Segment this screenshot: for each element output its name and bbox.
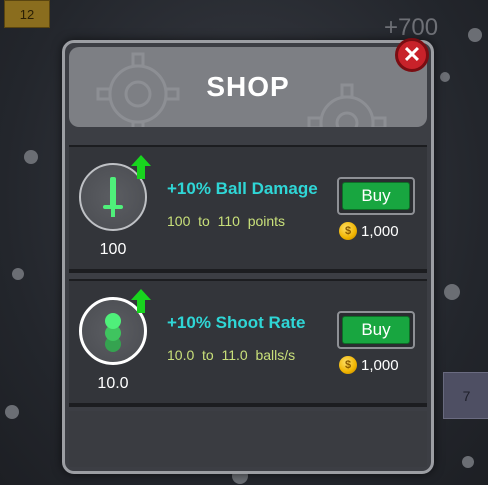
buy-button-frame: Buy bbox=[337, 177, 415, 215]
buy-button[interactable]: Buy bbox=[342, 182, 410, 210]
item-name: +10% Shoot Rate bbox=[167, 313, 306, 332]
brick-tile: 12 bbox=[4, 0, 50, 28]
background-dot bbox=[462, 456, 474, 468]
shop-item-ball-damage: 100 +10% Ball Damage 100 to 110 points B… bbox=[69, 145, 427, 273]
panel-footer bbox=[69, 411, 427, 467]
price-value: 1,000 bbox=[361, 356, 399, 374]
item-price: $ 1,000 bbox=[339, 222, 399, 240]
shop-item-shoot-rate: 10.0 +10% Shoot Rate 10.0 to 11.0 balls/… bbox=[69, 279, 427, 407]
shop-title: SHOP bbox=[206, 71, 290, 102]
background-dot bbox=[5, 405, 19, 419]
close-button[interactable]: ✕ bbox=[395, 38, 429, 72]
price-value: 1,000 bbox=[361, 222, 399, 240]
item-description: 10.0 to 11.0 balls/s bbox=[167, 347, 296, 363]
brick-tile: 7 bbox=[443, 372, 488, 419]
coin-icon: $ bbox=[339, 356, 357, 374]
background-dot bbox=[468, 28, 482, 42]
background-dot bbox=[440, 72, 450, 82]
buy-button[interactable]: Buy bbox=[342, 316, 410, 344]
upgrade-arrow-icon bbox=[131, 289, 151, 313]
buy-button-frame: Buy bbox=[337, 311, 415, 349]
coin-icon: $ bbox=[339, 222, 357, 240]
background-dot bbox=[444, 284, 460, 300]
upgrade-arrow-icon bbox=[131, 155, 151, 179]
brick-tile-value: 12 bbox=[19, 6, 35, 22]
brick-tile-value: 7 bbox=[462, 387, 471, 404]
close-icon: ✕ bbox=[402, 42, 422, 67]
item-price: $ 1,000 bbox=[339, 356, 399, 374]
item-level: 100 bbox=[99, 241, 127, 258]
item-level: 10.0 bbox=[97, 375, 129, 392]
background-dot bbox=[12, 268, 24, 280]
shop-header: SHOP bbox=[69, 47, 427, 127]
shop-panel: SHOP 100 +10% Ball Damage 100 to 110 poi… bbox=[62, 40, 434, 474]
item-name: +10% Ball Damage bbox=[167, 179, 318, 198]
item-description: 100 to 110 points bbox=[167, 213, 286, 229]
background-dot bbox=[24, 150, 38, 164]
